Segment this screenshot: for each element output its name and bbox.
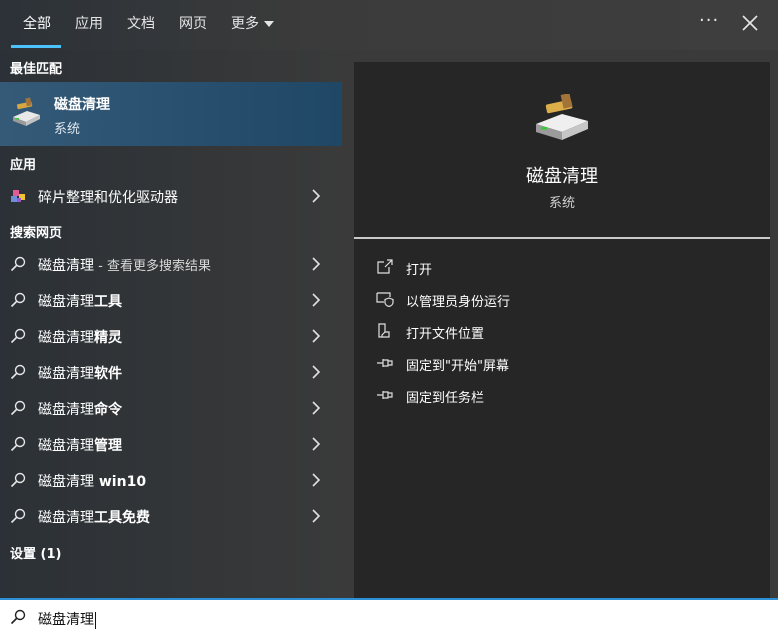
web-result-label: 磁盘清理工具免费 (38, 507, 150, 527)
web-result-item[interactable]: 磁盘清理软件 (0, 354, 342, 390)
search-icon (10, 508, 26, 524)
web-result-suggestion: 精灵 (94, 330, 122, 346)
web-result-suggestion: 工具免费 (94, 510, 150, 526)
chevron-right-icon[interactable] (311, 329, 321, 343)
web-result-item[interactable]: 磁盘清理 win10 (0, 462, 342, 498)
shield-run-icon (376, 292, 394, 307)
app-result-label: 碎片整理和优化驱动器 (38, 190, 178, 206)
action-label: 固定到"开始"屏幕 (406, 359, 509, 374)
search-icon (10, 400, 26, 416)
pin-icon (377, 391, 393, 399)
web-result-item[interactable]: 磁盘清理工具免费 (0, 498, 342, 534)
web-result-item[interactable]: 磁盘清理管理 (0, 426, 342, 462)
web-result-item[interactable]: 磁盘清理命令 (0, 390, 342, 426)
chevron-right-icon[interactable] (311, 365, 321, 379)
tab-apps[interactable]: 应用 (75, 13, 103, 33)
web-result-query: 磁盘清理 (38, 330, 94, 346)
web-result-label: 磁盘清理工具 (38, 291, 122, 311)
web-result-label: 磁盘清理 win10 (38, 471, 146, 491)
web-result-query: 磁盘清理 (38, 402, 94, 418)
web-result-suggestion: 命令 (94, 402, 122, 418)
divider (354, 237, 770, 239)
web-result-item[interactable]: 磁盘清理精灵 (0, 318, 342, 354)
tab-all[interactable]: 全部 (23, 13, 51, 33)
tab-web[interactable]: 网页 (179, 13, 207, 33)
web-result-suggestion: 工具 (94, 294, 122, 310)
search-icon (10, 436, 26, 452)
web-result-label: 磁盘清理管理 (38, 435, 122, 455)
open-icon (377, 259, 393, 274)
search-icon (10, 472, 26, 488)
web-result-query: 磁盘清理 (38, 438, 94, 454)
preview-subtitle: 系统 (548, 196, 575, 211)
chevron-right-icon[interactable] (311, 473, 321, 487)
best-match-subtitle: 系统 (54, 122, 81, 137)
disk-cleanup-icon (13, 97, 40, 126)
search-icon (10, 609, 26, 625)
more-options-icon[interactable]: ··· (699, 10, 719, 31)
chevron-right-icon[interactable] (311, 509, 321, 523)
active-tab-indicator (11, 45, 61, 48)
web-result-suggestion: 软件 (94, 366, 122, 382)
search-icon (10, 364, 26, 380)
defrag-icon (11, 190, 25, 202)
top-bar: 全部 应用 文档 网页 更多 ··· (0, 0, 778, 50)
action-label: 打开文件位置 (406, 327, 485, 342)
section-settings[interactable]: 设置 (1) (10, 543, 61, 562)
best-match-item[interactable]: 磁盘清理 系统 (0, 82, 342, 146)
text-cursor (95, 611, 96, 629)
section-best-match: 最佳匹配 (10, 62, 63, 77)
web-result-label: 磁盘清理 - 查看更多搜索结果 (38, 255, 211, 275)
disk-cleanup-icon (536, 94, 588, 140)
search-box[interactable]: 磁盘清理 (0, 598, 778, 633)
chevron-right-icon[interactable] (311, 293, 321, 307)
tab-more[interactable]: 更多 (231, 13, 274, 33)
search-icon (10, 292, 26, 308)
chevron-right-icon[interactable] (311, 401, 321, 415)
web-result-label: 磁盘清理精灵 (38, 327, 122, 347)
web-result-label: 磁盘清理命令 (38, 399, 122, 419)
best-match-title: 磁盘清理 (54, 97, 110, 113)
web-result-hint: - 查看更多搜索结果 (94, 259, 211, 274)
preview-pane: 磁盘清理 系统 打开 以管理员身份运行 打开文件位置 固定到"开始"屏幕 固定到… (354, 62, 770, 598)
web-result-query: 磁盘清理 (38, 474, 94, 490)
web-result-query: 磁盘清理 (38, 294, 94, 310)
search-icon (10, 328, 26, 344)
section-web-search: 搜索网页 (10, 226, 63, 241)
search-input-value: 磁盘清理 (38, 612, 94, 628)
tab-documents[interactable]: 文档 (127, 13, 155, 33)
action-label: 固定到任务栏 (406, 391, 485, 406)
web-result-item[interactable]: 磁盘清理工具 (0, 282, 342, 318)
preview-title: 磁盘清理 (526, 166, 598, 187)
chevron-down-icon (264, 21, 274, 27)
web-result-label: 磁盘清理软件 (38, 363, 122, 383)
section-apps: 应用 (10, 158, 37, 173)
search-icon (10, 256, 26, 272)
pin-icon (377, 359, 393, 367)
app-result-defrag[interactable]: 碎片整理和优化驱动器 (0, 178, 342, 214)
web-result-suggestion: win10 (94, 474, 147, 490)
file-location-icon (378, 323, 390, 338)
web-result-query: 磁盘清理 (38, 258, 94, 274)
action-label: 打开 (406, 263, 433, 278)
results-pane: 最佳匹配 磁盘清理 系统 应用 碎片整理和优化驱动器 搜索网页 磁盘清理 - 查… (0, 50, 342, 598)
web-result-query: 磁盘清理 (38, 510, 94, 526)
action-label: 以管理员身份运行 (406, 295, 511, 310)
chevron-right-icon[interactable] (311, 257, 321, 271)
web-result-item[interactable]: 磁盘清理 - 查看更多搜索结果 (0, 246, 342, 282)
web-result-suggestion: 管理 (94, 438, 122, 454)
search-input[interactable]: 磁盘清理 (38, 609, 96, 629)
chevron-right-icon[interactable] (311, 437, 321, 451)
chevron-right-icon[interactable] (311, 189, 321, 203)
tab-more-label: 更多 (231, 16, 259, 32)
web-result-query: 磁盘清理 (38, 366, 94, 382)
close-icon[interactable] (741, 14, 759, 32)
